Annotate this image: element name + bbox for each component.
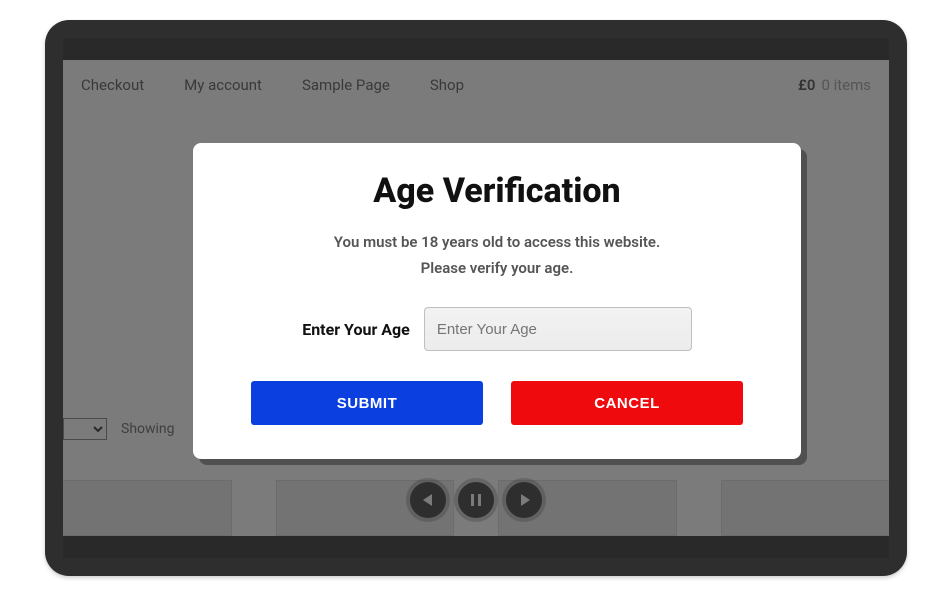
submit-button[interactable]: SUBMIT <box>251 381 483 425</box>
age-verification-modal: Age Verification You must be 18 years ol… <box>193 143 801 459</box>
age-input[interactable] <box>424 307 692 351</box>
modal-message-line1: You must be 18 years old to access this … <box>233 233 761 251</box>
modal-button-row: SUBMIT CANCEL <box>233 381 761 425</box>
age-field-row: Enter Your Age <box>233 307 761 351</box>
cancel-button[interactable]: CANCEL <box>511 381 743 425</box>
screen: Checkout My account Sample Page Shop £0 … <box>63 38 889 558</box>
modal-title: Age Verification <box>233 171 761 211</box>
age-field-label: Enter Your Age <box>302 320 410 339</box>
modal-message-line2: Please verify your age. <box>233 259 761 277</box>
device-frame: Checkout My account Sample Page Shop £0 … <box>45 20 907 576</box>
